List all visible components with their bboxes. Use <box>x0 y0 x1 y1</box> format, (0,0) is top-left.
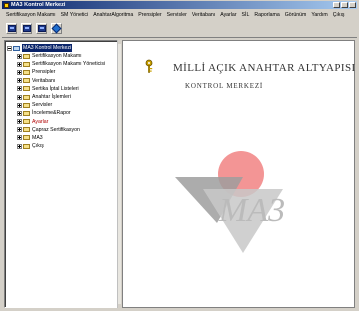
tree-item-label: Sertika İptal Listeleri <box>32 85 79 92</box>
folder-icon <box>23 127 30 133</box>
folder-icon <box>23 143 30 149</box>
page-subtitle: KONTROL MERKEZİ <box>185 82 264 90</box>
tree-items: Sertifikasyon Makamı Sertifikasyon Makam… <box>17 52 105 150</box>
tree-item-label: Ayarlar <box>32 118 49 125</box>
toolbar-button-1[interactable] <box>6 23 17 34</box>
expand-icon[interactable] <box>17 94 22 100</box>
tree-item-label: Veritabanı <box>32 77 56 84</box>
tree-item-ma3[interactable]: MA3 <box>17 134 105 142</box>
menu-sm-yonetici[interactable]: SM Yönetici <box>61 11 89 20</box>
window-controls <box>333 2 356 8</box>
tree-item-label: Sertifikasyon Makamı <box>32 53 82 60</box>
expand-icon[interactable] <box>17 135 22 141</box>
expand-icon[interactable] <box>17 86 22 92</box>
tree-item-inceleme-rapor[interactable]: İnceleme&Rapor <box>17 109 105 117</box>
folder-icon <box>23 102 30 108</box>
main-content: MİLLİ AÇIK ANAHTAR ALTYAPISI KONTROL MER… <box>122 40 355 308</box>
toolbar-button-2[interactable] <box>21 23 32 34</box>
tree-item-iptal-listeleri[interactable]: Sertika İptal Listeleri <box>17 85 105 93</box>
navigation-tree: MA3 Kontrol Merkezi Sertifikasyon Makamı… <box>4 40 118 308</box>
computer-icon <box>13 45 20 51</box>
folder-icon <box>23 61 30 67</box>
menu-bar: Sertifikasyon Makamı SM Yönetici Anahtar… <box>2 11 357 20</box>
expand-icon[interactable] <box>17 61 22 67</box>
window-title: MA3 Kontrol Merkezi <box>11 2 66 8</box>
expand-icon[interactable] <box>17 127 22 133</box>
collapse-icon[interactable] <box>7 45 12 51</box>
expand-icon[interactable] <box>17 102 22 108</box>
tree-scrollbar[interactable] <box>117 40 122 308</box>
folder-icon <box>23 94 30 100</box>
menu-sertifikasyon-makami[interactable]: Sertifikasyon Makamı <box>6 11 56 20</box>
app-window: MA3 Kontrol Merkezi Sertifikasyon Makamı… <box>0 0 359 311</box>
tree-item-label: Çıkış <box>32 143 44 150</box>
tree-item-anahtar-islemleri[interactable]: Anahtar İşlemleri <box>17 93 105 101</box>
tree-item-sm-yoneticisi[interactable]: Sertifikasyon Makamı Yöneticisi <box>17 60 105 68</box>
expand-icon[interactable] <box>17 78 22 84</box>
menu-yardim[interactable]: Yardım <box>311 11 327 20</box>
tree-item-cikis[interactable]: Çıkış <box>17 142 105 150</box>
folder-icon <box>23 69 30 75</box>
page-title: MİLLİ AÇIK ANAHTAR ALTYAPISI <box>173 62 356 74</box>
close-button[interactable] <box>349 2 356 8</box>
tree-item-label: Sertifikasyon Makamı Yöneticisi <box>32 61 106 68</box>
tree-item-ayarlar[interactable]: Ayarlar <box>17 118 105 126</box>
app-icon <box>4 2 9 8</box>
logo-text: MA3 <box>218 192 285 229</box>
menu-raporlama[interactable]: Raporlama <box>254 11 279 20</box>
folder-icon <box>23 110 30 116</box>
document-icon <box>22 25 31 32</box>
expand-icon[interactable] <box>17 53 22 59</box>
folder-icon <box>23 135 30 141</box>
toolbar-button-3[interactable] <box>36 23 47 34</box>
menu-gorunum[interactable]: Görünüm <box>285 11 307 20</box>
tree-item-label: İnceleme&Rapor <box>32 110 71 117</box>
maximize-button[interactable] <box>341 2 348 8</box>
tree-item-label: Prensipler <box>32 69 56 76</box>
menu-ayarlar[interactable]: Ayarlar <box>220 11 236 20</box>
menu-anahtar-algoritma[interactable]: AnahtarAlgoritma <box>93 11 133 20</box>
tree-item-prensipler[interactable]: Prensipler <box>17 68 105 76</box>
tree-root-label: MA3 Kontrol Merkezi <box>22 44 73 52</box>
toolbar-divider <box>2 37 357 38</box>
tree-root[interactable]: MA3 Kontrol Merkezi <box>7 44 73 52</box>
expand-icon[interactable] <box>17 143 22 149</box>
tree-item-label: Anahtar İşlemleri <box>32 94 71 101</box>
document-icon <box>7 25 16 32</box>
expand-icon[interactable] <box>17 119 22 125</box>
tree-item-label: Servisler <box>32 102 53 109</box>
menu-prensipler[interactable]: Prensipler <box>138 11 161 20</box>
toolbar-button-4[interactable] <box>51 23 62 34</box>
toolbar <box>2 21 357 36</box>
minimize-button[interactable] <box>333 2 340 8</box>
tree-item-veritabani[interactable]: Veritabanı <box>17 77 105 85</box>
tree-item-capraz-sertifikasyon[interactable]: Çapraz Sertifikasyon <box>17 126 105 134</box>
title-bar[interactable]: MA3 Kontrol Merkezi <box>2 1 357 9</box>
diamond-icon <box>51 23 62 34</box>
menu-servisler[interactable]: Servisler <box>167 11 187 20</box>
ma3-logo: MA3 <box>175 151 285 253</box>
expand-icon[interactable] <box>17 69 22 75</box>
tree-item-label: Çapraz Sertifikasyon <box>32 126 80 133</box>
folder-icon <box>23 119 30 125</box>
folder-icon <box>23 78 30 84</box>
tree-item-sertifikasyon-makami[interactable]: Sertifikasyon Makamı <box>17 52 105 60</box>
document-icon <box>37 25 46 32</box>
expand-icon[interactable] <box>17 110 22 116</box>
tree-item-servisler[interactable]: Servisler <box>17 101 105 109</box>
menu-veritabani[interactable]: Veritabanı <box>192 11 215 20</box>
folder-icon <box>23 86 30 92</box>
folder-icon <box>23 53 30 59</box>
key-icon <box>145 59 153 73</box>
tree-item-label: MA3 <box>32 134 43 141</box>
menu-cikis[interactable]: Çıkış <box>333 11 345 20</box>
menu-sil[interactable]: SİL <box>242 11 250 20</box>
